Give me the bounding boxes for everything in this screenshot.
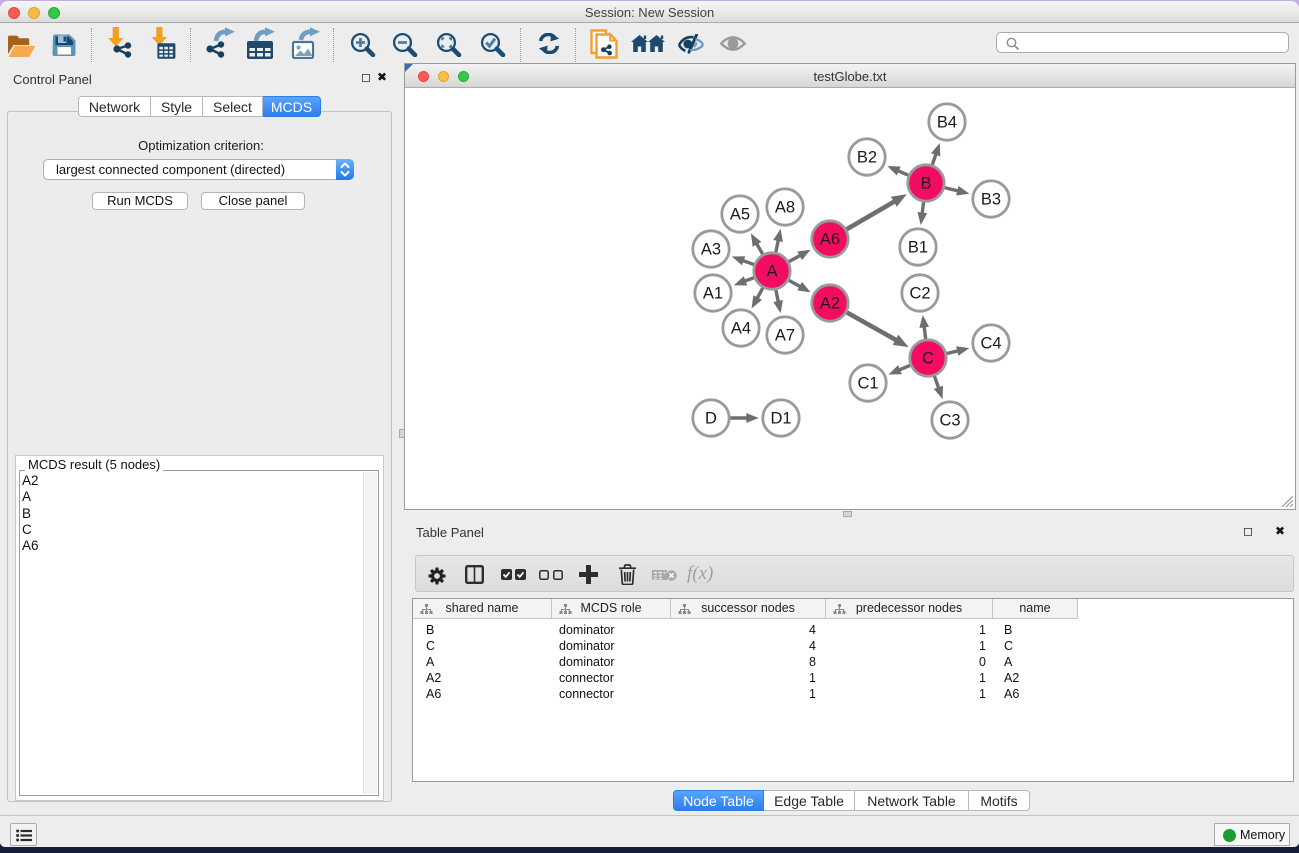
svg-text:D1: D1: [770, 410, 791, 428]
svg-text:C1: C1: [857, 375, 878, 393]
svg-text:A7: A7: [775, 327, 795, 345]
svg-text:B1: B1: [908, 239, 928, 257]
svg-text:B2: B2: [857, 149, 877, 167]
svg-text:A: A: [766, 263, 777, 281]
svg-text:C2: C2: [909, 285, 930, 303]
svg-text:C: C: [922, 350, 934, 368]
svg-text:B: B: [920, 175, 931, 193]
svg-text:B4: B4: [937, 114, 957, 132]
svg-text:A6: A6: [820, 231, 840, 249]
svg-text:A8: A8: [775, 199, 795, 217]
svg-text:C3: C3: [939, 412, 960, 430]
svg-text:A5: A5: [730, 206, 750, 224]
svg-text:B3: B3: [981, 191, 1001, 209]
svg-text:D: D: [705, 410, 717, 428]
svg-text:A4: A4: [731, 320, 751, 338]
svg-text:C4: C4: [980, 335, 1001, 353]
svg-text:A3: A3: [701, 241, 721, 259]
svg-text:A1: A1: [703, 285, 723, 303]
svg-text:A2: A2: [820, 295, 840, 313]
